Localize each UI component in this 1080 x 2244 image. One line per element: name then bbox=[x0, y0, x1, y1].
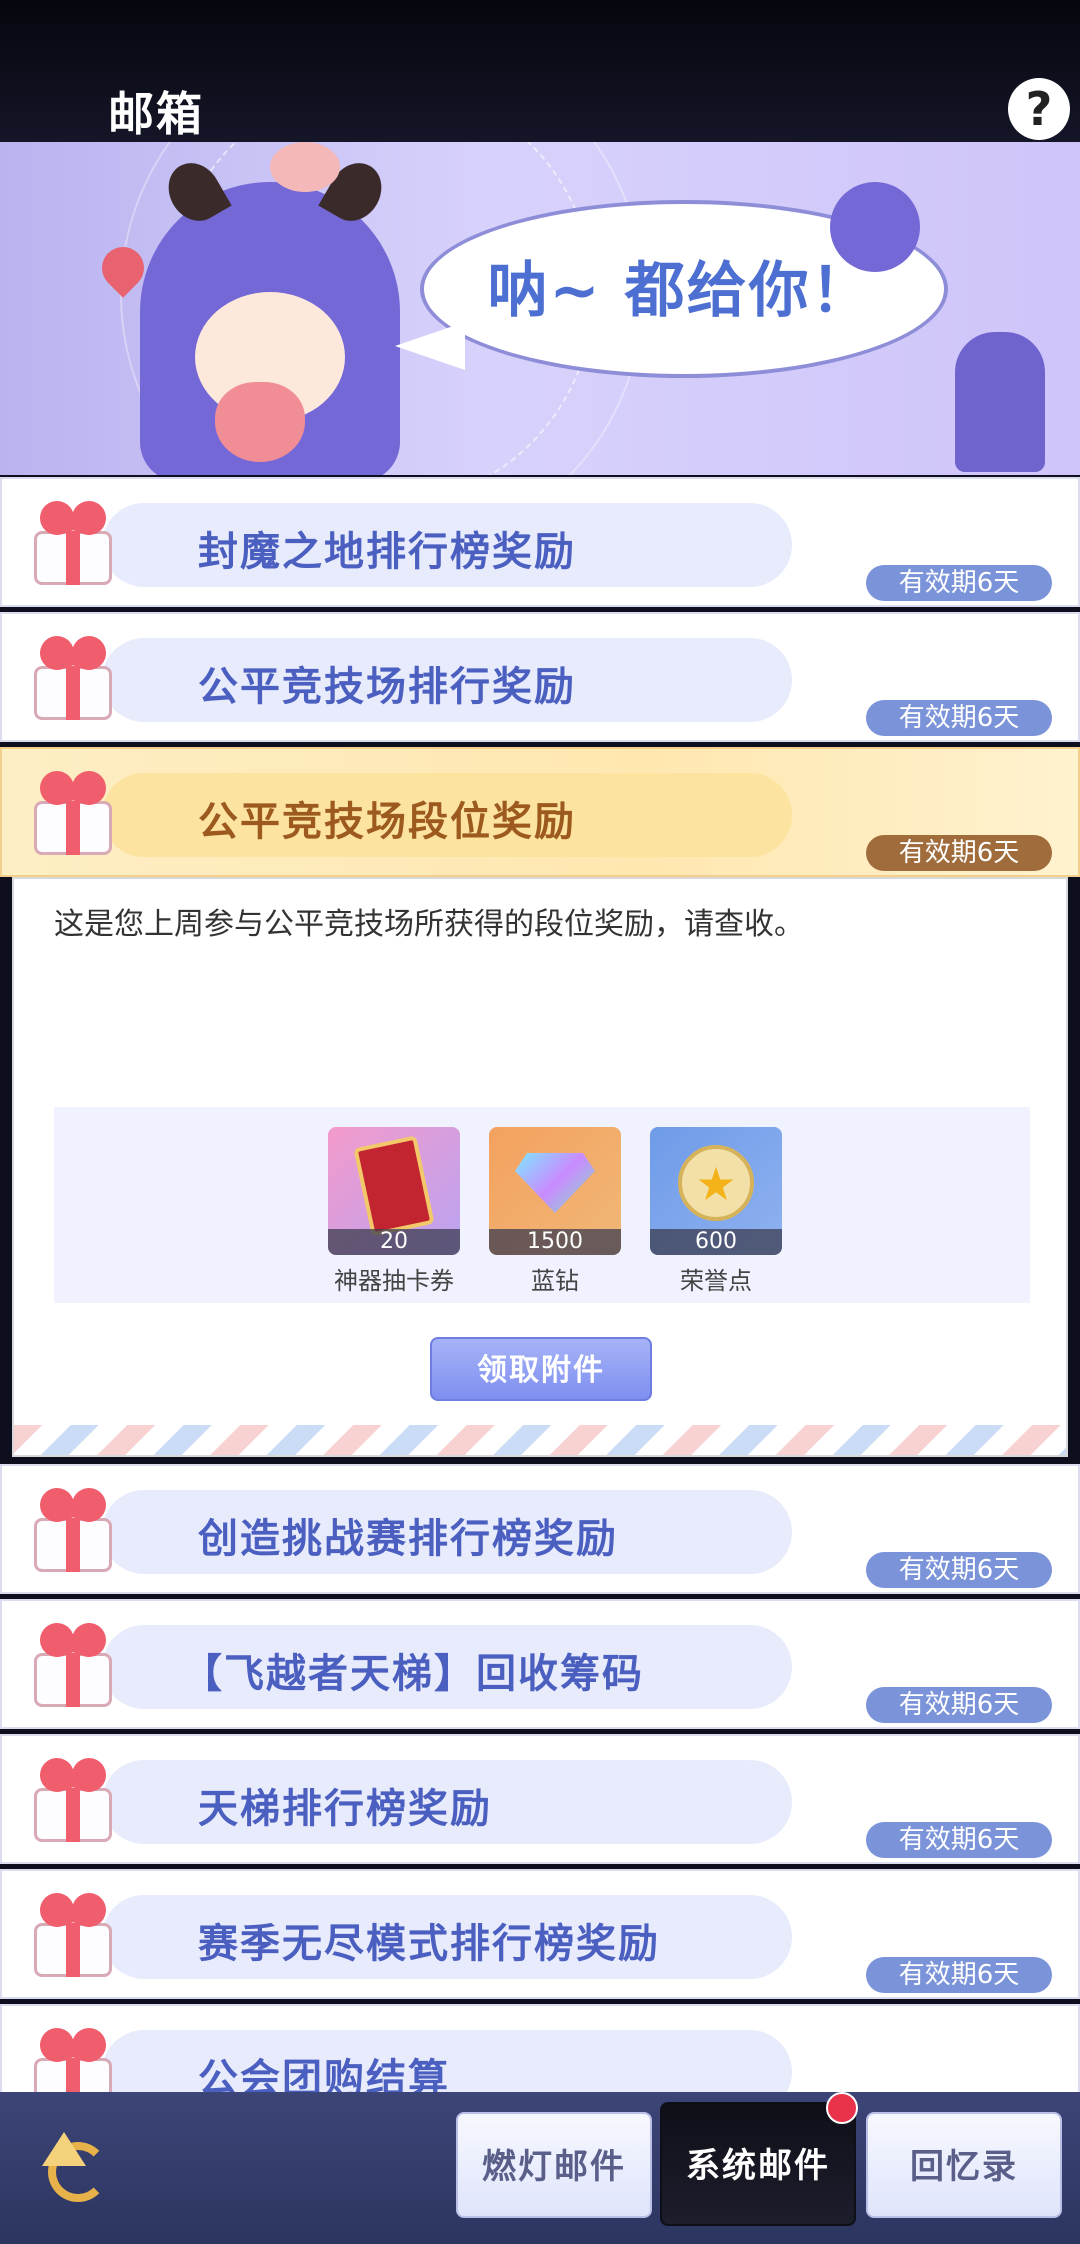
item-label: 神器抽卡券 bbox=[334, 1267, 454, 1295]
help-icon[interactable]: ? bbox=[1008, 78, 1070, 140]
mail-item-selected[interactable]: 公平竞技场段位奖励 有效期6天 bbox=[0, 747, 1080, 877]
mail-title: 封魔之地排行榜奖励 bbox=[198, 529, 576, 575]
mail-banner: 呐~ 都给你！ bbox=[0, 142, 1080, 475]
attachment-item[interactable]: ★ 600 荣誉点 bbox=[650, 1127, 782, 1296]
mail-title: 公平竞技场段位奖励 bbox=[198, 799, 576, 845]
top-bar: 邮箱 ? bbox=[0, 0, 1080, 142]
gift-icon bbox=[24, 1480, 124, 1580]
item-quantity: 600 bbox=[650, 1229, 782, 1255]
mail-item[interactable]: 封魔之地排行榜奖励 有效期6天 bbox=[0, 477, 1080, 607]
expiry-badge: 有效期6天 bbox=[866, 1687, 1052, 1723]
mail-body-text: 这是您上周参与公平竞技场所获得的段位奖励，请查收。 bbox=[54, 907, 804, 942]
back-button[interactable] bbox=[38, 2122, 128, 2212]
gift-icon bbox=[24, 1885, 124, 1985]
item-label: 蓝钻 bbox=[531, 1267, 579, 1295]
mail-item[interactable]: 创造挑战赛排行榜奖励 有效期6天 bbox=[0, 1464, 1080, 1594]
chibi-illustration bbox=[830, 182, 920, 272]
expiry-badge: 有效期6天 bbox=[866, 835, 1052, 871]
attachment-item[interactable]: 1500 蓝钻 bbox=[489, 1127, 621, 1296]
claim-attachments-button[interactable]: 领取附件 bbox=[430, 1337, 652, 1401]
back-arrow-head bbox=[42, 2132, 86, 2166]
gift-icon bbox=[24, 493, 124, 593]
expiry-badge: 有效期6天 bbox=[866, 700, 1052, 736]
mail-title: 【飞越者天梯】回收筹码 bbox=[182, 1651, 644, 1697]
attachment-item[interactable]: 20 神器抽卡券 bbox=[328, 1127, 460, 1296]
honor-star-icon: ★ 600 bbox=[650, 1127, 782, 1255]
attachment-area: 20 神器抽卡券 1500 蓝钻 ★ 600 荣誉点 bbox=[54, 1107, 1030, 1303]
expiry-badge: 有效期6天 bbox=[866, 1552, 1052, 1588]
item-quantity: 1500 bbox=[489, 1229, 621, 1255]
mail-detail-panel: 这是您上周参与公平竞技场所获得的段位奖励，请查收。 20 神器抽卡券 1500 … bbox=[12, 877, 1068, 1457]
mail-item[interactable]: 【飞越者天梯】回收筹码 有效期6天 bbox=[0, 1599, 1080, 1729]
gift-icon bbox=[24, 628, 124, 728]
expiry-badge: 有效期6天 bbox=[866, 1822, 1052, 1858]
tab-memoir[interactable]: 回忆录 bbox=[866, 2112, 1062, 2218]
speech-bubble-tail bbox=[395, 322, 465, 370]
mail-item[interactable]: 公平竞技场排行奖励 有效期6天 bbox=[0, 612, 1080, 742]
chibi-illustration bbox=[955, 332, 1045, 472]
pig-icon bbox=[270, 142, 340, 192]
gift-icon bbox=[24, 763, 124, 863]
mail-title: 赛季无尽模式排行榜奖励 bbox=[198, 1921, 660, 1967]
mail-title: 公平竞技场排行奖励 bbox=[198, 664, 576, 710]
bottom-tab-bar: 燃灯邮件 系统邮件 回忆录 bbox=[0, 2092, 1080, 2244]
tab-lantern-mail[interactable]: 燃灯邮件 bbox=[456, 2112, 652, 2218]
notification-dot bbox=[826, 2092, 858, 2124]
mail-item[interactable]: 天梯排行榜奖励 有效期6天 bbox=[0, 1734, 1080, 1864]
gift-icon bbox=[24, 1615, 124, 1715]
expiry-badge: 有效期6天 bbox=[866, 1957, 1052, 1993]
item-quantity: 20 bbox=[328, 1229, 460, 1255]
mail-title: 创造挑战赛排行榜奖励 bbox=[198, 1516, 618, 1562]
expiry-badge: 有效期6天 bbox=[866, 565, 1052, 601]
envelope-stripe bbox=[14, 1425, 1066, 1455]
heart-icon bbox=[215, 382, 305, 462]
gift-icon bbox=[24, 1750, 124, 1850]
blue-diamond-icon: 1500 bbox=[489, 1127, 621, 1255]
item-label: 荣誉点 bbox=[680, 1267, 752, 1295]
mail-title: 天梯排行榜奖励 bbox=[198, 1786, 492, 1832]
tab-system-mail[interactable]: 系统邮件 bbox=[660, 2102, 856, 2226]
page-title: 邮箱 bbox=[108, 87, 204, 141]
mail-item[interactable]: 赛季无尽模式排行榜奖励 有效期6天 bbox=[0, 1869, 1080, 1999]
card-ticket-icon: 20 bbox=[328, 1127, 460, 1255]
